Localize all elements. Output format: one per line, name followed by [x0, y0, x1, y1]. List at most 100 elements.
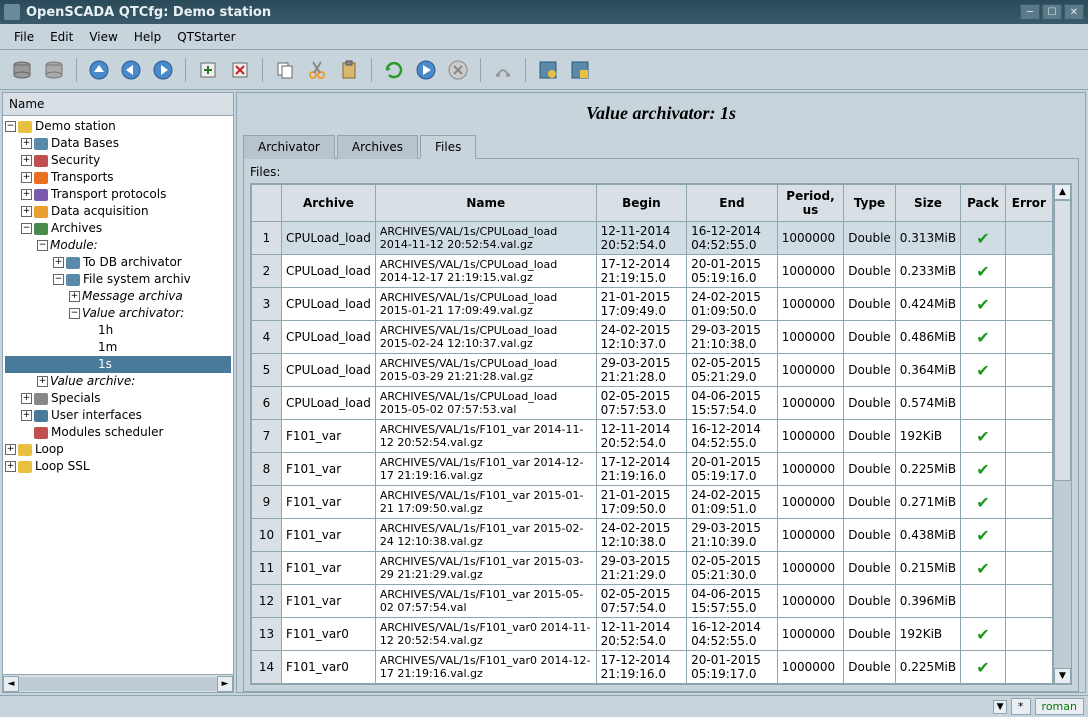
row-number[interactable]: 10	[252, 519, 282, 552]
cell-period[interactable]: 1000000	[777, 222, 844, 255]
table-row[interactable]: 4CPULoad_loadARCHIVES/VAL/1s/CPULoad_loa…	[252, 321, 1053, 354]
cell-end[interactable]: 16-12-2014 04:52:55.0	[687, 420, 778, 453]
table-row[interactable]: 14F101_var0ARCHIVES/VAL/1s/F101_var0 201…	[252, 651, 1053, 684]
tab-archives[interactable]: Archives	[337, 135, 418, 159]
cell-type[interactable]: Double	[844, 651, 896, 684]
collapse-icon[interactable]: −	[53, 274, 64, 285]
cut-icon[interactable]	[303, 56, 331, 84]
tree-label[interactable]: User interfaces	[51, 408, 142, 422]
column-header-pack[interactable]: Pack	[961, 185, 1006, 222]
cell-period[interactable]: 1000000	[777, 255, 844, 288]
cell-name[interactable]: ARCHIVES/VAL/1s/CPULoad_load 2015-02-24 …	[375, 321, 596, 354]
cell-archive[interactable]: F101_var	[282, 486, 376, 519]
cell-type[interactable]: Double	[844, 387, 896, 420]
tool-b-icon[interactable]	[566, 56, 594, 84]
cell-size[interactable]: 192KiB	[895, 420, 960, 453]
close-button[interactable]: ✕	[1064, 4, 1084, 20]
cell-name[interactable]: ARCHIVES/VAL/1s/CPULoad_load 2015-05-02 …	[375, 387, 596, 420]
tree-label[interactable]: Specials	[51, 391, 101, 405]
cell-period[interactable]: 1000000	[777, 585, 844, 618]
cell-size[interactable]: 192KiB	[895, 618, 960, 651]
cell-archive[interactable]: CPULoad_load	[282, 222, 376, 255]
menu-view[interactable]: View	[81, 26, 125, 48]
cell-archive[interactable]: CPULoad_load	[282, 354, 376, 387]
cell-archive[interactable]: F101_var	[282, 585, 376, 618]
cell-begin[interactable]: 21-01-2015 17:09:49.0	[596, 288, 687, 321]
table-row[interactable]: 13F101_var0ARCHIVES/VAL/1s/F101_var0 201…	[252, 618, 1053, 651]
tree-node-data-bases[interactable]: +Data Bases	[5, 135, 231, 152]
cell-end[interactable]: 29-03-2015 21:10:39.0	[687, 519, 778, 552]
table-row[interactable]: 9F101_varARCHIVES/VAL/1s/F101_var 2015-0…	[252, 486, 1053, 519]
cell-pack[interactable]: ✔	[961, 618, 1006, 651]
cell-size[interactable]: 0.574MiB	[895, 387, 960, 420]
cell-end[interactable]: 16-12-2014 04:52:55.0	[687, 618, 778, 651]
expand-icon[interactable]: +	[37, 376, 48, 387]
tree-node-value-archivator-[interactable]: −Value archivator:	[5, 305, 231, 322]
tab-archivator[interactable]: Archivator	[243, 135, 335, 159]
tree-node-module-[interactable]: −Module:	[5, 237, 231, 254]
cell-begin[interactable]: 17-12-2014 21:19:15.0	[596, 255, 687, 288]
cell-archive[interactable]: F101_var	[282, 519, 376, 552]
tree-label[interactable]: Value archive:	[50, 374, 135, 388]
cell-pack[interactable]: ✔	[961, 486, 1006, 519]
cell-period[interactable]: 1000000	[777, 321, 844, 354]
cell-error[interactable]	[1005, 420, 1052, 453]
row-number[interactable]: 14	[252, 651, 282, 684]
db-save-icon[interactable]	[40, 56, 68, 84]
cell-end[interactable]: 20-01-2015 05:19:17.0	[687, 651, 778, 684]
tree-body[interactable]: − Demo station +Data Bases+Security +Transp…	[3, 116, 233, 674]
cell-begin[interactable]: 21-01-2015 17:09:50.0	[596, 486, 687, 519]
tree-label[interactable]: To DB archivator	[83, 255, 182, 269]
table-row[interactable]: 7F101_varARCHIVES/VAL/1s/F101_var 2014-1…	[252, 420, 1053, 453]
cell-pack[interactable]: ✔	[961, 321, 1006, 354]
tree-node-file-system-archiv[interactable]: − File system archiv	[5, 271, 231, 288]
cell-pack[interactable]	[961, 387, 1006, 420]
tree-node-1h[interactable]: 1h	[5, 322, 231, 339]
cell-begin[interactable]: 02-05-2015 07:57:53.0	[596, 387, 687, 420]
cell-end[interactable]: 04-06-2015 15:57:55.0	[687, 585, 778, 618]
column-header-period-us[interactable]: Period, us	[777, 185, 844, 222]
refresh-icon[interactable]	[380, 56, 408, 84]
table-row[interactable]: 11F101_varARCHIVES/VAL/1s/F101_var 2015-…	[252, 552, 1053, 585]
cell-name[interactable]: ARCHIVES/VAL/1s/F101_var 2015-01-21 17:0…	[375, 486, 596, 519]
cell-pack[interactable]: ✔	[961, 288, 1006, 321]
minimize-button[interactable]: ─	[1020, 4, 1040, 20]
cell-error[interactable]	[1005, 585, 1052, 618]
scroll-left-icon[interactable]: ◄	[3, 676, 19, 692]
cell-error[interactable]	[1005, 552, 1052, 585]
cell-size[interactable]: 0.424MiB	[895, 288, 960, 321]
tree-node-to-db-archivator[interactable]: + To DB archivator	[5, 254, 231, 271]
tree-node-security[interactable]: +Security	[5, 152, 231, 169]
cell-pack[interactable]: ✔	[961, 255, 1006, 288]
nav-up-icon[interactable]	[85, 56, 113, 84]
cell-period[interactable]: 1000000	[777, 453, 844, 486]
expand-icon[interactable]: +	[21, 138, 32, 149]
cell-period[interactable]: 1000000	[777, 354, 844, 387]
expand-icon[interactable]: +	[21, 206, 32, 217]
tree-label[interactable]: Demo station	[35, 119, 116, 133]
tree-label[interactable]: 1s	[98, 357, 112, 371]
scroll-thumb[interactable]	[1054, 200, 1071, 481]
cell-size[interactable]: 0.225MiB	[895, 651, 960, 684]
tree-label[interactable]: Modules scheduler	[51, 425, 163, 439]
column-header-archive[interactable]: Archive	[282, 185, 376, 222]
cell-begin[interactable]: 12-11-2014 20:52:54.0	[596, 222, 687, 255]
expand-icon[interactable]: +	[53, 257, 64, 268]
cell-type[interactable]: Double	[844, 420, 896, 453]
tree-node-modules-scheduler[interactable]: Modules scheduler	[5, 424, 231, 441]
column-header-error[interactable]: Error	[1005, 185, 1052, 222]
cell-error[interactable]	[1005, 486, 1052, 519]
tree-label[interactable]: File system archiv	[83, 272, 191, 286]
row-number[interactable]: 13	[252, 618, 282, 651]
cell-period[interactable]: 1000000	[777, 552, 844, 585]
tree-node-transport-protocols[interactable]: +Transport protocols	[5, 186, 231, 203]
expand-icon[interactable]: +	[5, 444, 16, 455]
tree-node-message-archiva[interactable]: +Message archiva	[5, 288, 231, 305]
cell-end[interactable]: 04-06-2015 15:57:54.0	[687, 387, 778, 420]
cell-size[interactable]: 0.364MiB	[895, 354, 960, 387]
cell-period[interactable]: 1000000	[777, 420, 844, 453]
cell-type[interactable]: Double	[844, 453, 896, 486]
cell-name[interactable]: ARCHIVES/VAL/1s/CPULoad_load 2015-03-29 …	[375, 354, 596, 387]
cell-type[interactable]: Double	[844, 552, 896, 585]
cell-archive[interactable]: CPULoad_load	[282, 255, 376, 288]
